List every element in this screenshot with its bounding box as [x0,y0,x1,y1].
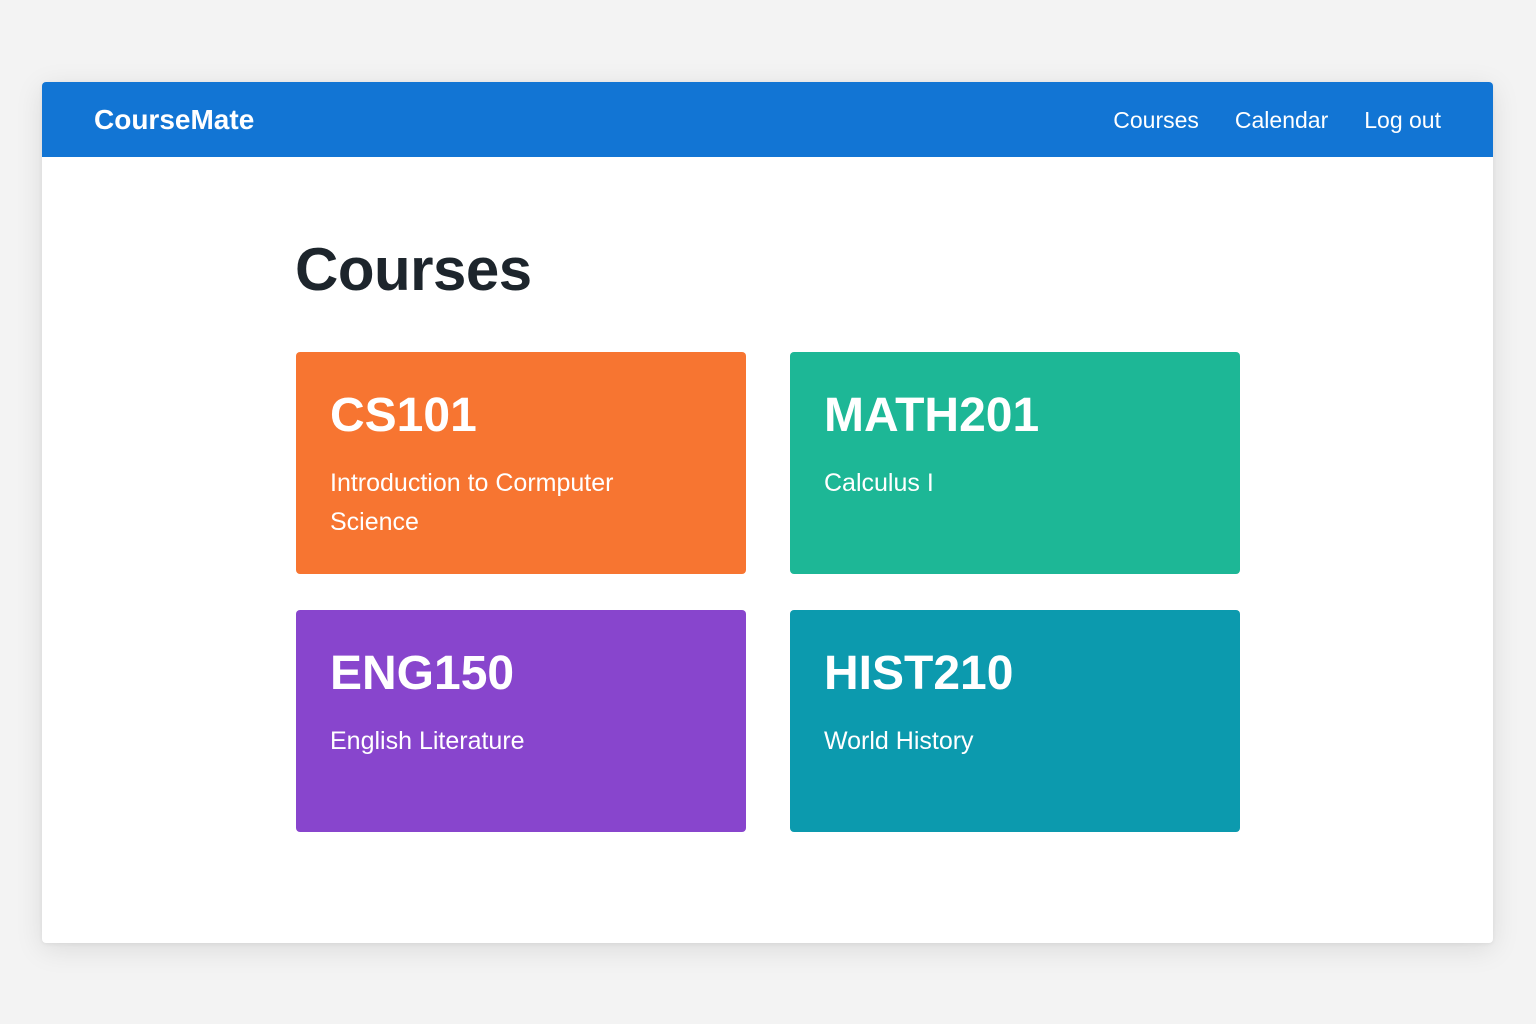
top-navbar: CourseMate Courses Calendar Log out [42,82,1493,157]
page-title: Courses [295,236,532,303]
course-card-math201[interactable]: MATH201 Calculus I [790,352,1240,574]
nav-links: Courses Calendar Log out [1113,104,1441,136]
app-window: CourseMate Courses Calendar Log out Cour… [42,82,1493,943]
nav-link-logout[interactable]: Log out [1364,104,1441,136]
course-code: MATH201 [824,389,1040,442]
course-name: World History [824,727,974,755]
course-code: HIST210 [824,647,1014,700]
nav-link-calendar[interactable]: Calendar [1235,104,1328,136]
course-code: CS101 [330,389,477,442]
course-card-hist210[interactable]: HIST210 World History [790,610,1240,832]
course-card-cs101[interactable]: CS101 Introduction to Cormputer Science [296,352,746,574]
nav-link-courses[interactable]: Courses [1113,104,1199,136]
course-name: Calculus I [824,469,934,497]
course-name: English Literature [330,727,525,755]
course-name: Introduction to Cormputer Science [330,469,614,536]
course-grid: CS101 Introduction to Cormputer Science … [296,352,1240,832]
course-card-eng150[interactable]: ENG150 English Literature [296,610,746,832]
course-code: ENG150 [330,647,515,700]
brand-logo[interactable]: CourseMate [94,102,254,138]
